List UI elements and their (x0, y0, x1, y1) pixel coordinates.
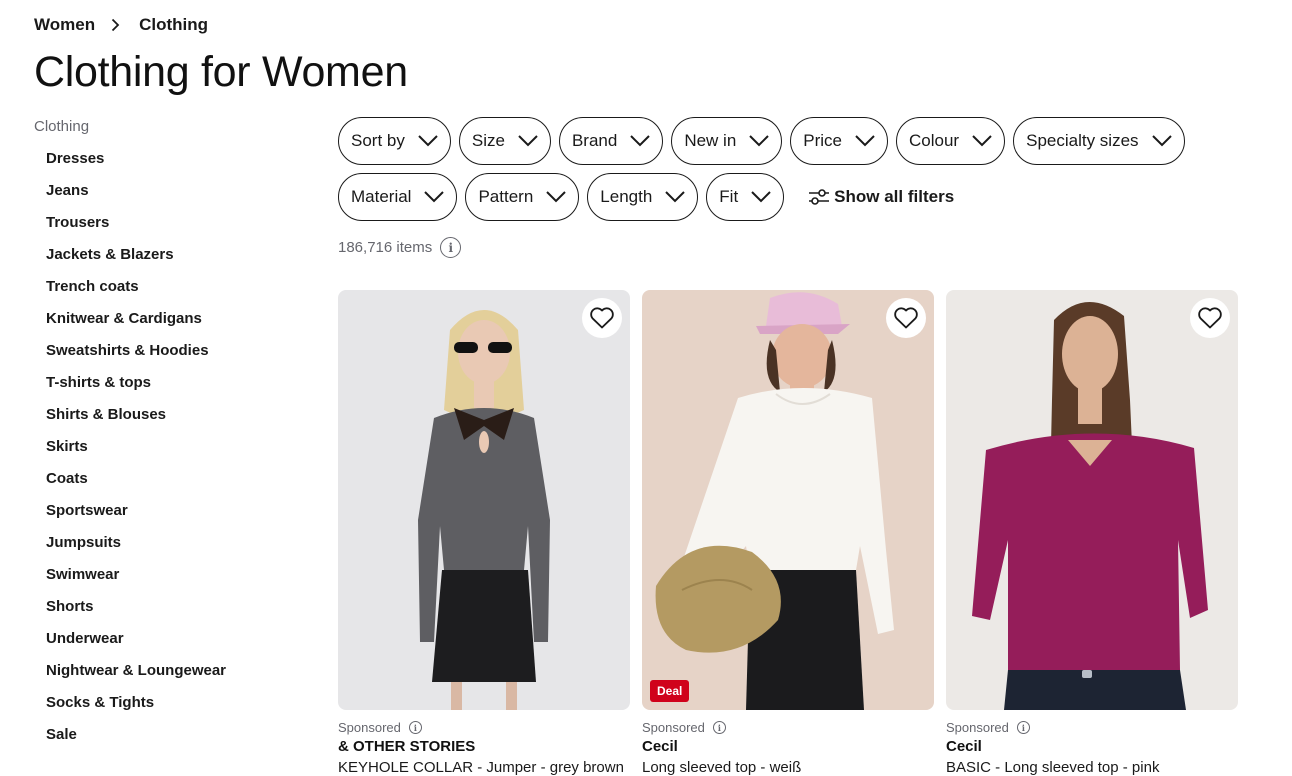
page-title: Clothing for Women (34, 48, 408, 96)
sidebar-item-sweatshirts-hoodies[interactable]: Sweatshirts & Hoodies (46, 342, 226, 374)
sidebar-item-jackets-blazers[interactable]: Jackets & Blazers (46, 246, 226, 278)
wishlist-button[interactable] (886, 298, 926, 338)
chevron-down-icon (424, 191, 445, 203)
product-name[interactable]: Long sleeved top - weiß (642, 759, 934, 776)
filter-bar-secondary: Material Pattern Length Fit Show all fil… (338, 173, 954, 221)
filter-material[interactable]: Material (338, 173, 458, 221)
product-card[interactable]: Sponsored i & OTHER STORIES KEYHOLE COLL… (338, 290, 630, 776)
info-icon[interactable]: i (1016, 721, 1030, 734)
product-card[interactable]: Sponsored i Cecil BASIC - Long sleeved t… (946, 290, 1238, 776)
sidebar-item-jeans[interactable]: Jeans (46, 182, 226, 214)
product-name[interactable]: BASIC - Long sleeved top - pink (946, 759, 1238, 776)
sidebar-category-list: Dresses Jeans Trousers Jackets & Blazers… (46, 150, 226, 758)
product-image[interactable] (338, 290, 630, 710)
breadcrumb-item-women[interactable]: Women (34, 15, 95, 35)
product-name[interactable]: KEYHOLE COLLAR - Jumper - grey brown (338, 759, 630, 776)
filter-label: Colour (909, 131, 960, 150)
show-all-filters-button[interactable]: Show all filters (808, 173, 954, 221)
filter-bar-primary: Sort by Size Brand New in Price Colour S… (338, 117, 1185, 165)
result-count: 186,716 items i (338, 237, 462, 258)
filter-label: Pattern (478, 187, 534, 206)
filter-label: Sort by (351, 131, 405, 150)
sponsored-label: Sponsored i (338, 720, 630, 735)
product-photo-woman-grey-jumper (338, 290, 630, 710)
filter-colour[interactable]: Colour (896, 117, 1006, 165)
info-icon[interactable]: i (440, 237, 462, 258)
deal-badge: Deal (650, 680, 690, 702)
chevron-down-icon (749, 135, 769, 147)
filter-sort-by[interactable]: Sort by (338, 117, 451, 165)
sidebar-heading[interactable]: Clothing (34, 118, 89, 135)
chevron-down-icon (630, 135, 651, 147)
filter-label: Length (600, 187, 653, 206)
sidebar-item-sale[interactable]: Sale (46, 726, 226, 758)
sidebar-item-socks-tights[interactable]: Socks & Tights (46, 694, 226, 726)
product-card[interactable]: Deal Sponsored i Cecil Long sleeved top … (642, 290, 934, 776)
product-photo-woman-pink-top (946, 290, 1238, 710)
filter-price[interactable]: Price (790, 117, 889, 165)
info-icon[interactable]: i (408, 721, 422, 734)
sidebar-item-trench-coats[interactable]: Trench coats (46, 278, 226, 310)
sidebar-item-shirts-blouses[interactable]: Shirts & Blouses (46, 406, 226, 438)
filter-label: Fit (719, 187, 739, 206)
sponsored-label: Sponsored i (642, 720, 934, 735)
sidebar-item-skirts[interactable]: Skirts (46, 438, 226, 470)
filter-specialty-sizes[interactable]: Specialty sizes (1013, 117, 1185, 165)
show-all-filters-label: Show all filters (834, 187, 955, 206)
product-photo-woman-white-top (642, 290, 934, 710)
wishlist-button[interactable] (582, 298, 622, 338)
product-brand: & OTHER STORIES (338, 738, 476, 755)
filter-label: Specialty sizes (1026, 131, 1139, 150)
chevron-down-icon (1151, 135, 1172, 147)
sidebar-item-knitwear-cardigans[interactable]: Knitwear & Cardigans (46, 310, 226, 342)
filter-new-in[interactable]: New in (671, 117, 783, 165)
filter-label: Price (803, 131, 843, 150)
product-image[interactable] (946, 290, 1238, 710)
sliders-icon (809, 189, 830, 205)
sidebar-item-underwear[interactable]: Underwear (46, 630, 226, 662)
filter-length[interactable]: Length (587, 173, 699, 221)
chevron-down-icon (518, 135, 538, 147)
chevron-down-icon (418, 135, 438, 147)
sidebar-item-nightwear-loungewear[interactable]: Nightwear & Loungewear (46, 662, 226, 694)
sponsored-label: Sponsored i (946, 720, 1238, 735)
breadcrumb: Women Clothing (34, 14, 208, 36)
sidebar-item-swimwear[interactable]: Swimwear (46, 566, 226, 598)
chevron-down-icon (546, 191, 566, 203)
sidebar-item-dresses[interactable]: Dresses (46, 150, 226, 182)
filter-pattern[interactable]: Pattern (465, 173, 580, 221)
heart-icon (590, 307, 614, 329)
sidebar-item-coats[interactable]: Coats (46, 470, 226, 502)
filter-label: Size (471, 131, 505, 150)
chevron-right-icon (109, 18, 121, 32)
chevron-down-icon (751, 191, 771, 203)
product-image[interactable]: Deal (642, 290, 934, 710)
sidebar-item-sportswear[interactable]: Sportswear (46, 502, 226, 534)
breadcrumb-item-clothing[interactable]: Clothing (139, 15, 208, 35)
sponsored-text: Sponsored (642, 720, 705, 735)
chevron-down-icon (665, 191, 685, 203)
sponsored-text: Sponsored (946, 720, 1009, 735)
heart-icon (1198, 307, 1222, 329)
filter-label: Brand (571, 131, 618, 150)
sidebar-item-trousers[interactable]: Trousers (46, 214, 226, 246)
sponsored-text: Sponsored (338, 720, 401, 735)
chevron-down-icon (855, 135, 875, 147)
filter-label: New in (684, 131, 737, 150)
filter-fit[interactable]: Fit (706, 173, 785, 221)
wishlist-button[interactable] (1190, 298, 1230, 338)
chevron-down-icon (972, 135, 992, 147)
info-icon[interactable]: i (712, 721, 726, 734)
filter-size[interactable]: Size (458, 117, 551, 165)
result-count-text: 186,716 items (338, 239, 433, 256)
sidebar-item-shorts[interactable]: Shorts (46, 598, 226, 630)
heart-icon (894, 307, 918, 329)
product-brand: Cecil (946, 738, 982, 755)
sidebar-item-tshirts-tops[interactable]: T-shirts & tops (46, 374, 226, 406)
product-brand: Cecil (642, 738, 678, 755)
sidebar-item-jumpsuits[interactable]: Jumpsuits (46, 534, 226, 566)
filter-brand[interactable]: Brand (558, 117, 664, 165)
filter-label: Material (351, 187, 412, 206)
